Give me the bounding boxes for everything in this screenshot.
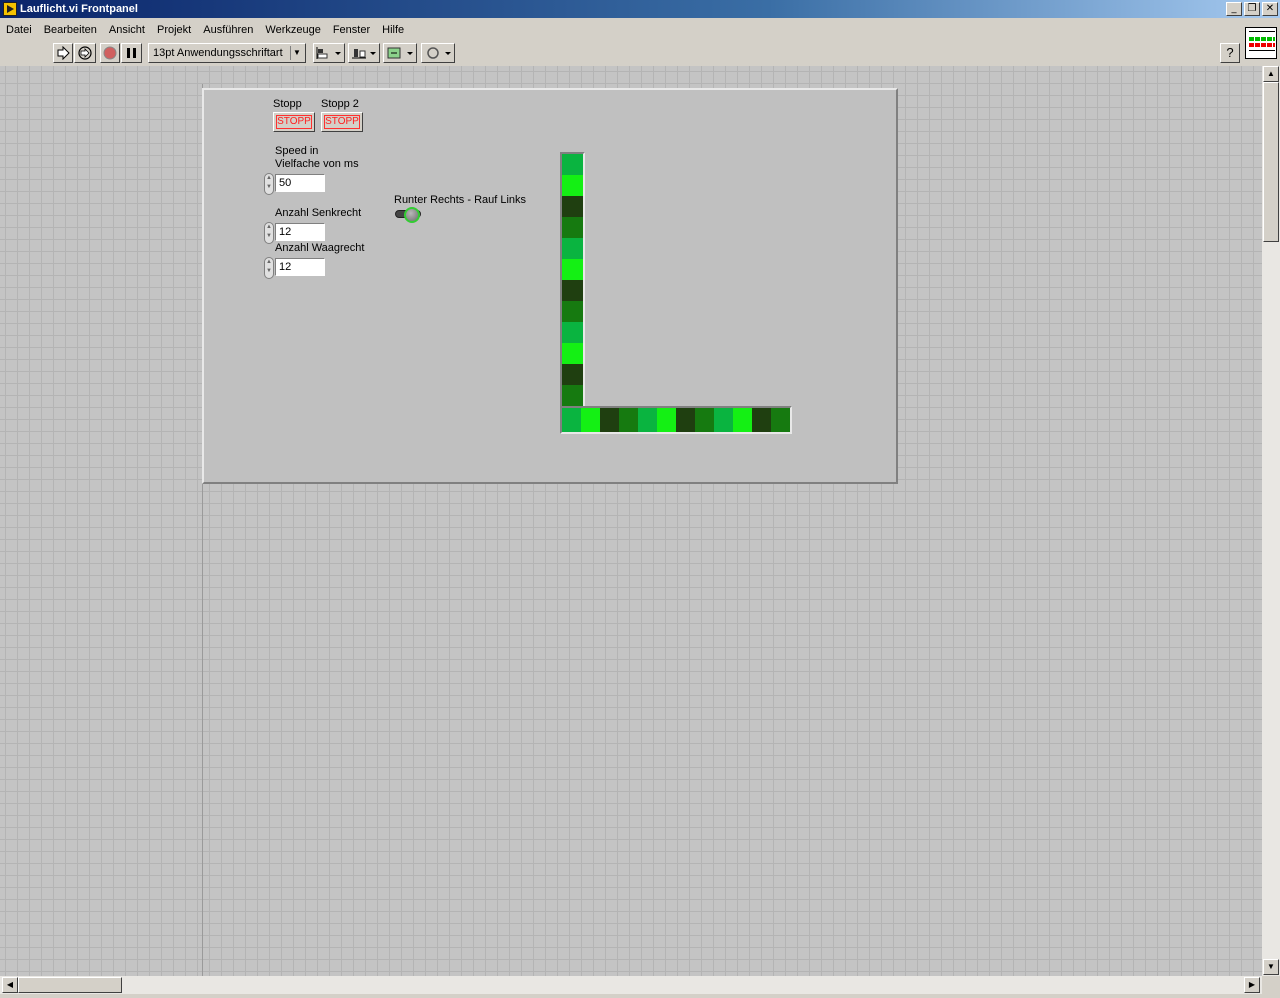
reorder-icon: [427, 47, 451, 59]
led-horizontal-5: [657, 408, 676, 432]
stop1-button[interactable]: STOPP: [273, 112, 315, 132]
led-vertical-11: [562, 385, 583, 406]
scroll-up-icon[interactable]: ▲: [1263, 66, 1279, 82]
waagrecht-increment-icon[interactable]: ▲ ▼: [264, 257, 274, 279]
led-horizontal-6: [676, 408, 695, 432]
help-icon: ?: [1226, 45, 1234, 60]
speed-label-line2: Vielfache von ms: [275, 158, 359, 170]
toggle-knob: [404, 207, 420, 223]
horizontal-scrollbar[interactable]: ◀ ▶: [0, 976, 1262, 994]
led-horizontal-11: [771, 408, 790, 432]
run-continuously-button[interactable]: [74, 43, 96, 63]
led-horizontal-7: [695, 408, 714, 432]
scrollbar-corner: [1262, 976, 1280, 998]
led-horizontal-0: [562, 408, 581, 432]
led-vertical-6: [562, 280, 583, 301]
waagrecht-input[interactable]: 12: [275, 258, 325, 276]
window-bottom-border: [0, 994, 1262, 998]
distribute-objects-button[interactable]: [348, 43, 380, 63]
led-vertical-0: [562, 154, 583, 175]
led-vertical-2: [562, 196, 583, 217]
menu-datei[interactable]: Datei: [0, 24, 38, 36]
direction-label: Runter Rechts - Rauf Links: [394, 194, 527, 206]
menu-werkzeuge[interactable]: Werkzeuge: [259, 24, 326, 36]
led-vertical-3: [562, 217, 583, 238]
context-help-button[interactable]: ?: [1220, 43, 1240, 63]
stop2-button-text: STOPP: [324, 115, 360, 129]
resize-objects-button[interactable]: [383, 43, 417, 63]
vertical-scrollbar[interactable]: ▲ ▼: [1262, 66, 1280, 976]
stop-sign-icon: [103, 46, 117, 60]
run-arrow-icon: [57, 46, 70, 60]
led-vertical-10: [562, 364, 583, 385]
font-selector-value: 13pt Anwendungsschriftart: [153, 47, 283, 59]
senkrecht-label: Anzahl Senkrecht: [275, 207, 362, 219]
pause-button[interactable]: [121, 43, 142, 63]
restore-icon[interactable]: ❐: [1244, 2, 1260, 16]
run-continuously-icon: [78, 46, 92, 60]
close-icon[interactable]: ✕: [1262, 2, 1278, 16]
senkrecht-input[interactable]: 12: [275, 223, 325, 241]
waagrecht-label: Anzahl Waagrecht: [275, 242, 365, 254]
speed-label-line1: Speed in: [275, 145, 319, 157]
vertical-scroll-thumb[interactable]: [1263, 82, 1279, 242]
led-vertical-1: [562, 175, 583, 196]
stop2-label: Stopp 2: [321, 98, 359, 110]
led-horizontal-10: [752, 408, 771, 432]
led-vertical-5: [562, 259, 583, 280]
labview-app-icon: [3, 2, 17, 16]
led-vertical-7: [562, 301, 583, 322]
led-vertical-8: [562, 322, 583, 343]
horizontal-scroll-thumb[interactable]: [18, 977, 122, 993]
menu-bar: Datei Bearbeiten Ansicht Projekt Ausführ…: [0, 20, 1240, 40]
align-objects-icon: [316, 47, 341, 59]
menu-ansicht[interactable]: Ansicht: [103, 24, 151, 36]
stop1-label: Stopp: [273, 98, 302, 110]
scroll-right-icon[interactable]: ▶: [1244, 977, 1260, 993]
vertical-led-array: [560, 152, 585, 408]
stop2-button[interactable]: STOPP: [321, 112, 363, 132]
horizontal-led-array: [560, 406, 792, 434]
direction-toggle-switch[interactable]: [395, 207, 421, 225]
front-panel-workspace[interactable]: Stopp STOPP Stopp 2 STOPP Speed in Vielf…: [0, 66, 1262, 976]
title-bar: Lauflicht.vi Frontpanel _ ❐ ✕: [0, 0, 1280, 18]
resize-objects-icon: [387, 47, 413, 59]
chevron-down-icon: ▼: [290, 46, 303, 60]
reorder-button[interactable]: [421, 43, 455, 63]
menu-fenster[interactable]: Fenster: [327, 24, 376, 36]
led-horizontal-3: [619, 408, 638, 432]
led-horizontal-4: [638, 408, 657, 432]
run-button[interactable]: [53, 43, 73, 63]
abort-button[interactable]: [100, 43, 120, 63]
menu-bearbeiten[interactable]: Bearbeiten: [38, 24, 103, 36]
senkrecht-increment-icon[interactable]: ▲ ▼: [264, 222, 274, 244]
led-vertical-9: [562, 343, 583, 364]
speed-input[interactable]: 50: [275, 174, 325, 192]
font-selector[interactable]: 13pt Anwendungsschriftart ▼: [148, 43, 306, 63]
toolbar: 13pt Anwendungsschriftart ▼ ?: [0, 40, 1240, 66]
window-title: Lauflicht.vi Frontpanel: [20, 3, 138, 15]
menu-ausfuehren[interactable]: Ausführen: [197, 24, 259, 36]
led-horizontal-1: [581, 408, 600, 432]
vi-icon[interactable]: [1245, 27, 1277, 59]
speed-increment-icon[interactable]: ▲ ▼: [264, 173, 274, 195]
led-horizontal-2: [600, 408, 619, 432]
scroll-left-icon[interactable]: ◀: [2, 977, 18, 993]
align-objects-button[interactable]: [313, 43, 345, 63]
led-vertical-4: [562, 238, 583, 259]
led-horizontal-9: [733, 408, 752, 432]
led-horizontal-8: [714, 408, 733, 432]
pause-icon: [126, 48, 136, 58]
distribute-objects-icon: [352, 49, 376, 59]
stop1-button-text: STOPP: [276, 115, 312, 129]
minimize-icon[interactable]: _: [1226, 2, 1242, 16]
menu-hilfe[interactable]: Hilfe: [376, 24, 410, 36]
scroll-down-icon[interactable]: ▼: [1263, 959, 1279, 975]
menu-projekt[interactable]: Projekt: [151, 24, 197, 36]
